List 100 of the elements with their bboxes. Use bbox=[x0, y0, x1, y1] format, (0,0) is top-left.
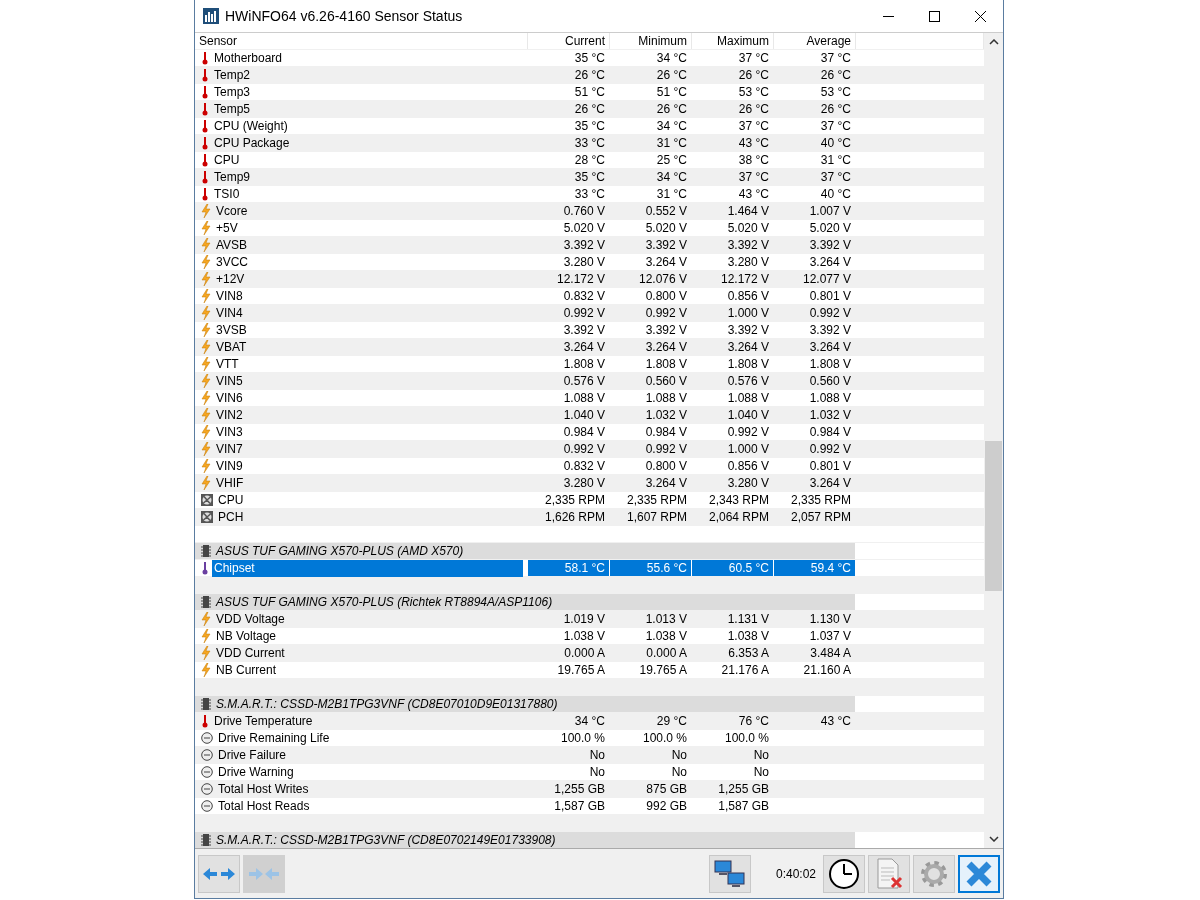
scroll-up-icon[interactable] bbox=[988, 39, 999, 45]
expand-button[interactable] bbox=[198, 854, 240, 893]
sensor-label: Vcore bbox=[216, 202, 248, 220]
column-header[interactable]: Maximum bbox=[692, 33, 774, 49]
report-button[interactable] bbox=[868, 854, 910, 893]
scroll-down-icon[interactable] bbox=[988, 836, 999, 842]
sensor-row[interactable]: NB Voltage 1.038 V 1.038 V 1.038 V 1.037 V bbox=[195, 628, 984, 645]
sensor-row[interactable]: +12V 12.172 V 12.076 V 12.172 V 12.077 V bbox=[195, 271, 984, 288]
sensor-row[interactable]: 3VCC 3.280 V 3.264 V 3.280 V 3.264 V bbox=[195, 254, 984, 271]
sensor-row[interactable]: Temp5 26 °C 26 °C 26 °C 26 °C bbox=[195, 101, 984, 118]
sensor-row[interactable]: VIN9 0.832 V 0.800 V 0.856 V 0.801 V bbox=[195, 458, 984, 475]
sensor-value: 0.801 V bbox=[809, 289, 851, 303]
sensor-value: 76 °C bbox=[738, 714, 769, 728]
settings-button[interactable] bbox=[913, 854, 955, 893]
column-header[interactable]: Current bbox=[528, 33, 610, 49]
sensor-row[interactable]: Drive Remaining Life 100.0 % 100.0 % 100.0 % bbox=[195, 730, 984, 747]
sensor-group-row[interactable]: ASUS TUF GAMING X570-PLUS (AMD X570) bbox=[195, 543, 984, 560]
sensor-value: 5.020 V bbox=[563, 221, 605, 235]
sensor-row[interactable]: AVSB 3.392 V 3.392 V 3.392 V 3.392 V bbox=[195, 237, 984, 254]
network-button[interactable] bbox=[708, 854, 751, 893]
column-header[interactable]: Average bbox=[774, 33, 856, 49]
sensor-row[interactable]: VHIF 3.280 V 3.264 V 3.280 V 3.264 V bbox=[195, 475, 984, 492]
sensor-row[interactable]: Drive Warning No No No bbox=[195, 764, 984, 781]
sensor-row[interactable]: CPU 28 °C 25 °C 38 °C 31 °C bbox=[195, 152, 984, 169]
sensor-label: AVSB bbox=[216, 236, 248, 254]
sensor-value: 43 °C bbox=[738, 136, 769, 150]
gauge-icon bbox=[201, 783, 213, 795]
sensor-row[interactable]: Chipset 58.1 °C 55.6 °C 60.5 °C 59.4 °C bbox=[195, 560, 984, 577]
sensor-row[interactable]: VIN2 1.040 V 1.032 V 1.040 V 1.032 V bbox=[195, 407, 984, 424]
gauge-icon bbox=[201, 800, 213, 812]
column-header[interactable]: Sensor bbox=[195, 33, 528, 49]
sensor-value: 35 °C bbox=[574, 170, 605, 184]
scrollbar-thumb[interactable] bbox=[985, 441, 1002, 591]
sensor-value: 0.992 V bbox=[809, 306, 851, 320]
sensor-value: 12.172 V bbox=[720, 272, 769, 286]
sensor-value: 21.160 A bbox=[803, 663, 851, 677]
sensor-value: 0.801 V bbox=[809, 459, 851, 473]
elapsed-time: 0:40:02 bbox=[775, 866, 816, 881]
sensor-label: ASUS TUF GAMING X570-PLUS (AMD X570) bbox=[216, 542, 464, 560]
sensor-row[interactable]: 3VSB 3.392 V 3.392 V 3.392 V 3.392 V bbox=[195, 322, 984, 339]
sensor-label: S.M.A.R.T.: CSSD-M2B1TPG3VNF (CD8E0702149E01733908) bbox=[216, 831, 556, 848]
sensor-value: 37 °C bbox=[820, 170, 851, 184]
scrollbar[interactable] bbox=[984, 33, 1003, 848]
sensor-row[interactable]: VIN4 0.992 V 0.992 V 1.000 V 0.992 V bbox=[195, 305, 984, 322]
sensor-value: 19.765 A bbox=[639, 663, 687, 677]
sensor-row[interactable]: Temp2 26 °C 26 °C 26 °C 26 °C bbox=[195, 67, 984, 84]
sensor-value: 1.032 V bbox=[645, 408, 687, 422]
sensor-row[interactable]: PCH 1,626 RPM 1,607 RPM 2,064 RPM 2,057 RPM bbox=[195, 509, 984, 526]
sensor-row[interactable]: VIN5 0.576 V 0.560 V 0.576 V 0.560 V bbox=[195, 373, 984, 390]
sensor-row[interactable]: VIN6 1.088 V 1.088 V 1.088 V 1.088 V bbox=[195, 390, 984, 407]
sensor-value: 0.832 V bbox=[563, 289, 605, 303]
sensor-row[interactable]: Vcore 0.760 V 0.552 V 1.464 V 1.007 V bbox=[195, 203, 984, 220]
sensor-row[interactable]: VTT 1.808 V 1.808 V 1.808 V 1.808 V bbox=[195, 356, 984, 373]
sensor-row[interactable]: VIN8 0.832 V 0.800 V 0.856 V 0.801 V bbox=[195, 288, 984, 305]
clock-button[interactable] bbox=[823, 854, 865, 893]
sensor-row[interactable]: Total Host Writes 1,255 GB 875 GB 1,255 GB bbox=[195, 781, 984, 798]
sensor-group-row[interactable]: ASUS TUF GAMING X570-PLUS (Richtek RT8894A/ASP1106) bbox=[195, 594, 984, 611]
thermometer-icon bbox=[201, 85, 209, 99]
sensor-label: CPU Package bbox=[214, 134, 290, 152]
sensor-value: 26 °C bbox=[820, 102, 851, 116]
sensor-row[interactable]: Temp9 35 °C 34 °C 37 °C 37 °C bbox=[195, 169, 984, 186]
sensor-value: 3.264 V bbox=[727, 340, 769, 354]
sensor-row[interactable]: VDD Voltage 1.019 V 1.013 V 1.131 V 1.130 V bbox=[195, 611, 984, 628]
sensor-row[interactable]: Drive Failure No No No bbox=[195, 747, 984, 764]
sensor-row[interactable]: CPU 2,335 RPM 2,335 RPM 2,343 RPM 2,335 RPM bbox=[195, 492, 984, 509]
sensor-row[interactable]: Temp3 51 °C 51 °C 53 °C 53 °C bbox=[195, 84, 984, 101]
sensor-label: VDD Current bbox=[216, 644, 285, 662]
lightning-icon bbox=[201, 238, 211, 252]
sensor-row[interactable]: VIN7 0.992 V 0.992 V 1.000 V 0.992 V bbox=[195, 441, 984, 458]
sensor-row[interactable]: VIN3 0.984 V 0.984 V 0.992 V 0.984 V bbox=[195, 424, 984, 441]
sensor-value: 53 °C bbox=[820, 85, 851, 99]
sensor-label: VIN8 bbox=[216, 287, 243, 305]
column-header[interactable]: Minimum bbox=[610, 33, 692, 49]
maximize-icon bbox=[928, 10, 940, 22]
bar-chart-icon bbox=[203, 8, 219, 24]
chip-icon bbox=[201, 595, 211, 609]
sensor-label: VBAT bbox=[216, 338, 247, 356]
sensor-group-row[interactable]: S.M.A.R.T.: CSSD-M2B1TPG3VNF (CD8E07010D9E01317880) bbox=[195, 696, 984, 713]
sensor-value: 53 °C bbox=[738, 85, 769, 99]
sensor-row[interactable]: VDD Current 0.000 A 0.000 A 6.353 A 3.484 A bbox=[195, 645, 984, 662]
sensor-row[interactable]: Total Host Reads 1,587 GB 992 GB 1,587 GB bbox=[195, 798, 984, 815]
sensor-row[interactable]: Drive Temperature 34 °C 29 °C 76 °C 43 °C bbox=[195, 713, 984, 730]
sensor-row[interactable]: CPU (Weight) 35 °C 34 °C 37 °C 37 °C bbox=[195, 118, 984, 135]
sensor-value: 1.808 V bbox=[563, 357, 605, 371]
sensor-value: 1,626 RPM bbox=[544, 510, 605, 524]
sensor-value: 28 °C bbox=[574, 153, 605, 167]
sensor-row[interactable]: Motherboard 35 °C 34 °C 37 °C 37 °C bbox=[195, 50, 984, 67]
sensor-value: 0.800 V bbox=[645, 289, 687, 303]
close-sensors-button[interactable] bbox=[958, 854, 1000, 893]
sensor-label: VTT bbox=[216, 355, 239, 373]
sensor-value: 35 °C bbox=[574, 51, 605, 65]
sensor-row[interactable]: VBAT 3.264 V 3.264 V 3.264 V 3.264 V bbox=[195, 339, 984, 356]
sensor-row[interactable]: +5V 5.020 V 5.020 V 5.020 V 5.020 V bbox=[195, 220, 984, 237]
chip-icon bbox=[201, 544, 211, 558]
sensor-row[interactable]: NB Current 19.765 A 19.765 A 21.176 A 21.160 A bbox=[195, 662, 984, 679]
sensor-value: 100.0 % bbox=[724, 731, 769, 745]
sensor-label: CPU (Weight) bbox=[214, 117, 288, 135]
sensor-value: 3.264 V bbox=[645, 476, 687, 490]
sensor-row[interactable]: CPU Package 33 °C 31 °C 43 °C 40 °C bbox=[195, 135, 984, 152]
sensor-row[interactable]: TSI0 33 °C 31 °C 43 °C 40 °C bbox=[195, 186, 984, 203]
